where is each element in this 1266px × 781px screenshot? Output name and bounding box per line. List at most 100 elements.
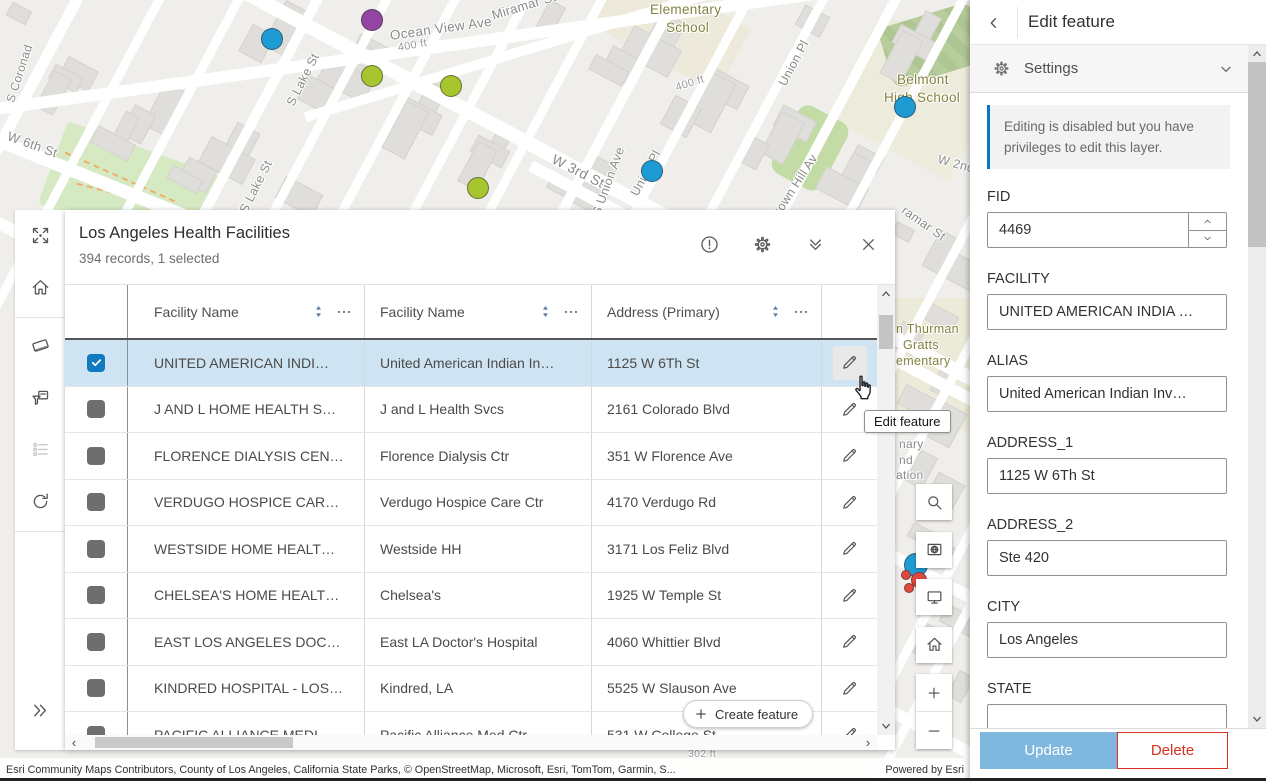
map-feature-point[interactable] [440, 75, 462, 97]
settings-section-header[interactable]: Settings [970, 45, 1248, 93]
row-checkbox[interactable] [87, 353, 105, 372]
row-checkbox[interactable] [87, 632, 105, 651]
sort-button[interactable] [311, 304, 326, 319]
scroll-down-button[interactable] [1248, 710, 1266, 728]
address-cell: 2161 Colorado Blvd [592, 386, 822, 432]
table-header: Los Angeles Health Facilities 394 record… [65, 210, 895, 285]
plus-icon [694, 707, 708, 721]
edit-feature-button[interactable] [833, 671, 867, 705]
edit-feature-button[interactable] [833, 485, 867, 519]
table-settings-button[interactable] [751, 233, 773, 255]
map-feature-point[interactable] [904, 583, 914, 593]
delete-button[interactable]: Delete [1117, 732, 1228, 769]
field-group: FACILITY UNITED AMERICAN INDIA … [987, 271, 1248, 330]
spinner-down-button[interactable] [1189, 231, 1226, 248]
toolbar-refresh-button[interactable] [15, 481, 65, 521]
row-checkbox[interactable] [87, 400, 105, 419]
field-input-alias[interactable]: United American Indian Inv… [987, 376, 1227, 412]
back-button[interactable] [978, 7, 1010, 39]
screen-button[interactable] [916, 579, 952, 615]
facility-name-cell: PACIFIC ALLIANCE MEDI… [128, 712, 365, 735]
table-close-button[interactable] [857, 233, 879, 255]
table-collapse-button[interactable] [804, 233, 826, 255]
basemapTag-icon [30, 335, 51, 356]
table-row[interactable]: FLORENCE DIALYSIS CEN… Florence Dialysis … [65, 433, 877, 480]
scrollbar-thumb[interactable] [1248, 62, 1266, 247]
toolbar-expand-button[interactable] [15, 690, 65, 730]
row-checkbox[interactable] [87, 725, 105, 735]
scrollbar-thumb[interactable] [879, 315, 893, 349]
scroll-down-button[interactable] [877, 717, 895, 735]
field-input-address_2[interactable]: Ste 420 [987, 540, 1227, 576]
toolbar-home-button[interactable] [15, 267, 65, 307]
toolbar-zoom-to-selection-button[interactable] [15, 215, 65, 255]
column-menu-button[interactable] [563, 304, 579, 320]
panel-scrollbar[interactable] [1248, 45, 1266, 728]
basemap-gallery-button[interactable] [916, 531, 952, 568]
update-button[interactable]: Update [980, 732, 1117, 769]
row-checkbox[interactable] [87, 446, 105, 465]
attribution-text: Esri Community Maps Contributors, County… [6, 763, 676, 776]
edit-feature-button[interactable] [833, 718, 867, 735]
field-input-fid[interactable]: 4469 [987, 212, 1227, 248]
column-menu-button[interactable] [336, 304, 352, 320]
scroll-left-button[interactable]: ‹ [65, 735, 83, 750]
listCheck-icon [30, 439, 51, 460]
toolbar-basemap-button[interactable] [15, 325, 65, 365]
field-input-facility[interactable]: UNITED AMERICAN INDIA … [987, 294, 1227, 330]
edit-feature-button[interactable] [833, 439, 867, 473]
search-button[interactable] [916, 484, 952, 520]
zoom-in-button[interactable] [916, 674, 952, 712]
sort-button[interactable] [538, 304, 553, 319]
sort-button[interactable] [768, 304, 783, 319]
spinner-up-button[interactable] [1189, 213, 1226, 231]
map-feature-point[interactable] [641, 160, 663, 182]
facility-alias-cell: Kindred, LA [365, 665, 592, 711]
row-checkbox[interactable] [87, 586, 105, 605]
table-horizontal-scrollbar[interactable]: ‹ › [65, 735, 877, 750]
scroll-up-button[interactable] [877, 285, 895, 303]
map-feature-point[interactable] [261, 28, 283, 50]
table-info-button[interactable] [698, 233, 720, 255]
map-feature-point[interactable] [361, 9, 383, 31]
facility-name-cell: J AND L HOME HEALTH S… [128, 386, 365, 432]
edit-feature-button[interactable] [833, 578, 867, 612]
edit-feature-button[interactable] [833, 532, 867, 566]
address-cell: 1925 W Temple St [592, 572, 822, 618]
map-feature-point[interactable] [894, 96, 916, 118]
default-extent-button[interactable] [916, 626, 952, 663]
table-vertical-scrollbar[interactable] [877, 285, 895, 735]
table-row[interactable]: EAST LOS ANGELES DOC… East LA Doctor's Ho… [65, 619, 877, 666]
table-row[interactable]: UNITED AMERICAN INDI… United American Ind… [65, 340, 877, 387]
create-feature-button[interactable]: Create feature [683, 700, 814, 728]
field-group: ALIAS United American Indian Inv… [987, 353, 1248, 412]
edit-cell [822, 526, 877, 572]
table-row[interactable]: WESTSIDE HOME HEALT… Westside HH 3171 Los … [65, 526, 877, 573]
map-feature-point[interactable] [467, 177, 489, 199]
scrollbar-corner [877, 735, 895, 750]
row-checkbox[interactable] [87, 539, 105, 558]
edit-feature-button[interactable] [833, 625, 867, 659]
map-feature-point[interactable] [361, 65, 383, 87]
table-row[interactable]: VERDUGO HOSPICE CAR… Verdugo Hospice Care… [65, 479, 877, 526]
map-street-label: Gratts [903, 338, 939, 352]
zoom-out-button[interactable] [916, 712, 952, 749]
map-street-label: ementary [896, 354, 951, 368]
field-input-city[interactable]: Los Angeles [987, 622, 1227, 658]
column-header: Facility Name [365, 285, 592, 338]
map-feature-point[interactable] [901, 570, 911, 580]
chevron-down-icon[interactable] [1218, 61, 1234, 77]
table-row[interactable]: J AND L HOME HEALTH S… J and L Health Svc… [65, 386, 877, 433]
table-row[interactable]: CHELSEA'S HOME HEALT… Chelsea's 1925 W Tem… [65, 572, 877, 619]
scroll-right-button[interactable]: › [859, 735, 877, 750]
row-checkbox[interactable] [87, 493, 105, 512]
toolbar-filter-button[interactable] [15, 377, 65, 417]
row-checkbox[interactable] [87, 679, 105, 698]
field-label: FACILITY [987, 271, 1050, 287]
column-menu-button[interactable] [793, 304, 809, 320]
map-toolbar [15, 210, 65, 750]
field-input-address_1[interactable]: 1125 W 6Th St [987, 458, 1227, 494]
scroll-up-button[interactable] [1248, 45, 1266, 63]
scrollbar-thumb[interactable] [95, 737, 293, 748]
facility-alias-cell: United American Indian In… [365, 340, 592, 386]
